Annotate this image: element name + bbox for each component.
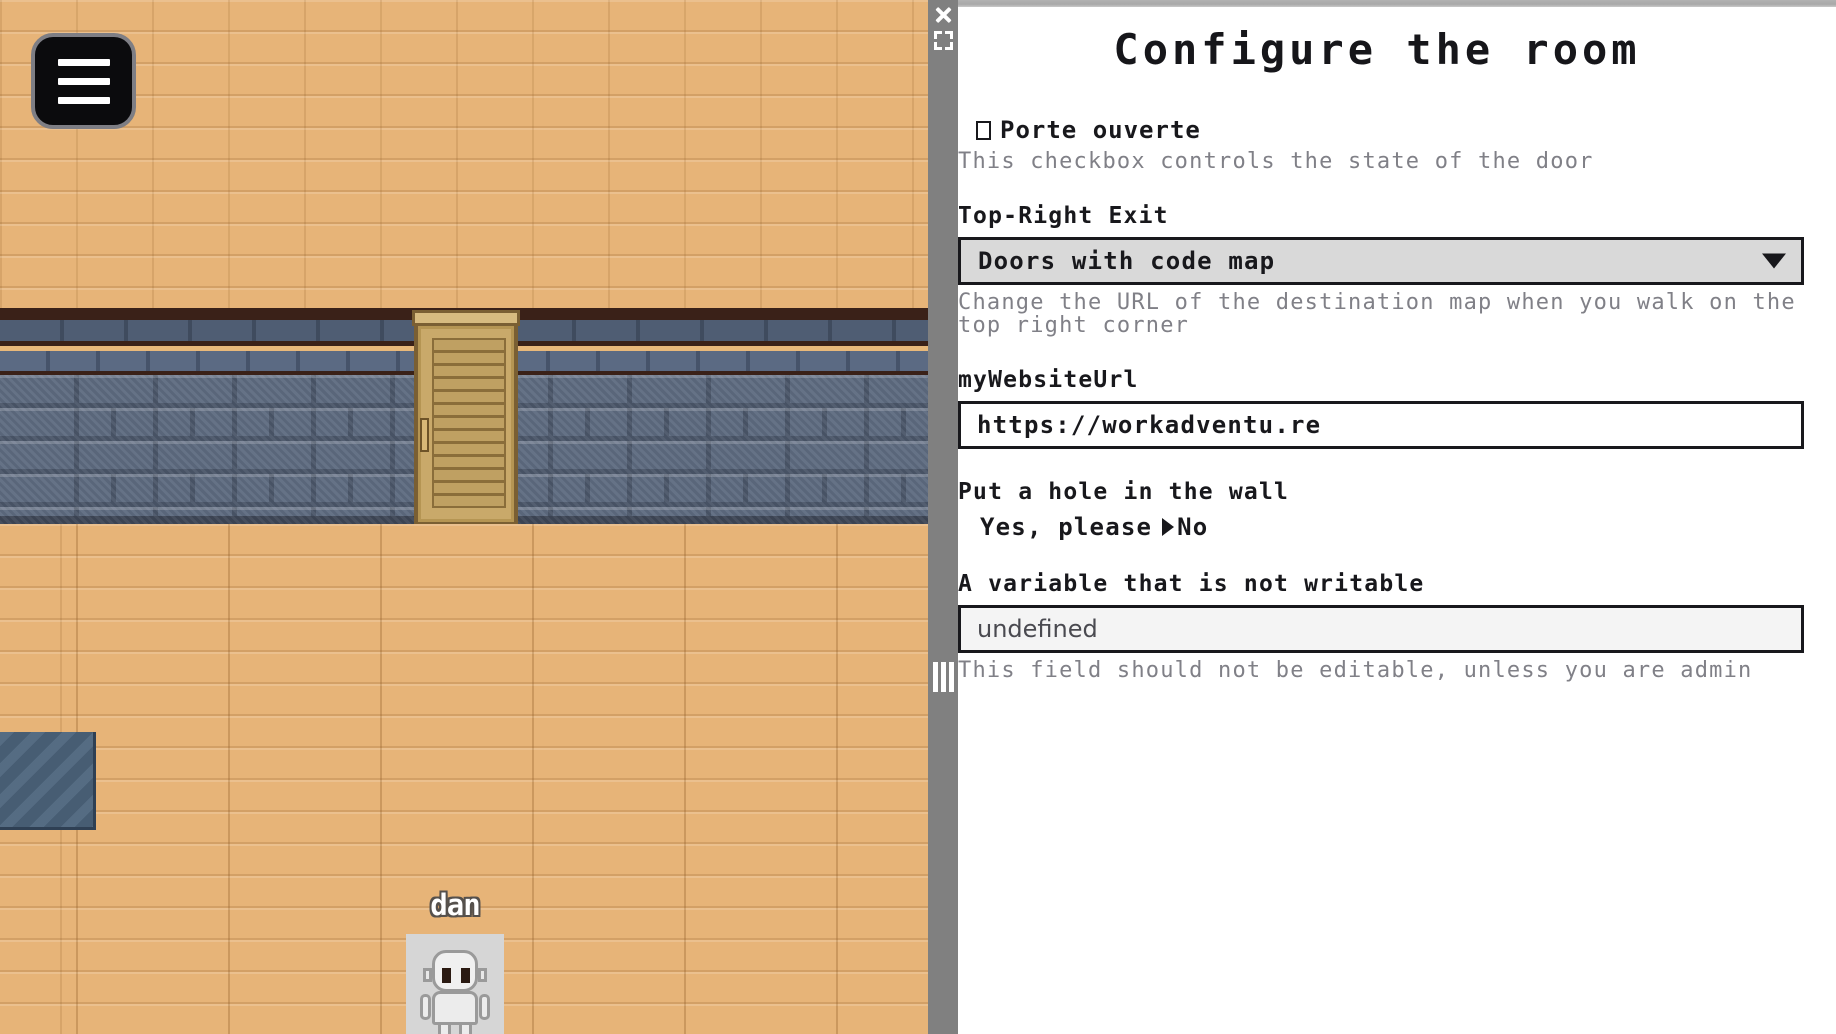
website-url-input[interactable] <box>958 401 1804 450</box>
field-door-checkbox: Porte ouverte This checkbox controls the… <box>958 116 1806 173</box>
door-slats <box>432 338 506 508</box>
hamburger-icon-bar <box>57 96 110 104</box>
not-writable-help: This field should not be editable, unles… <box>958 658 1753 684</box>
hole-in-wall-label: Put a hole in the wall <box>958 479 1290 506</box>
fullscreen-icon[interactable] <box>934 31 953 50</box>
panel-divider <box>928 0 958 1034</box>
player-character[interactable]: dan <box>405 888 505 1034</box>
radio-marker-selected-icon <box>1162 518 1175 537</box>
porte-ouverte-checkbox[interactable]: Porte ouverte <box>976 116 1806 144</box>
top-right-exit-help: Change the URL of the destination map wh… <box>958 290 1796 339</box>
top-right-exit-select[interactable]: Doors with code map <box>958 237 1804 286</box>
hole-in-wall-option-no-label: No <box>1177 513 1209 542</box>
field-top-right-exit: Top-Right Exit Doors with code map Chang… <box>958 203 1806 337</box>
hole-in-wall-option-yes-label: Yes, please <box>980 513 1153 542</box>
website-url-label: myWebsiteUrl <box>958 367 1139 394</box>
field-not-writable: A variable that is not writable This fie… <box>958 571 1806 682</box>
player-name-label: dan <box>430 888 480 922</box>
door-frame-top <box>412 310 520 326</box>
config-panel: Configure the room Porte ouverte This ch… <box>958 0 1836 1034</box>
floor-top <box>0 0 928 308</box>
hole-in-wall-option-no[interactable]: No <box>1162 513 1208 541</box>
field-website-url: myWebsiteUrl <box>958 367 1806 450</box>
hamburger-icon-bar <box>57 77 110 85</box>
door-handle-icon <box>420 418 429 452</box>
resize-handle-icon[interactable] <box>933 662 954 692</box>
not-writable-label: A variable that is not writable <box>958 571 1425 598</box>
door-object[interactable] <box>412 310 520 526</box>
page-title: Configure the room <box>1113 25 1641 74</box>
floor-rug <box>0 732 96 830</box>
close-icon[interactable] <box>932 4 954 26</box>
avatar <box>406 934 504 1034</box>
checkbox-icon[interactable] <box>976 120 991 140</box>
panel-topbar <box>958 0 1836 7</box>
field-hole-in-wall: Put a hole in the wall Yes, please No <box>958 479 1806 541</box>
top-right-exit-label: Top-Right Exit <box>958 203 1169 230</box>
porte-ouverte-help: This checkbox controls the state of the … <box>958 149 1594 174</box>
app-root: dan Configure the room Porte ouverte Thi… <box>0 0 1836 1034</box>
hamburger-icon-bar <box>57 58 110 66</box>
hole-in-wall-option-yes[interactable]: Yes, please <box>980 513 1152 541</box>
game-viewport[interactable]: dan <box>0 0 928 1034</box>
menu-button[interactable] <box>31 33 136 129</box>
not-writable-input[interactable] <box>958 605 1804 654</box>
porte-ouverte-label: Porte ouverte <box>1000 116 1201 144</box>
